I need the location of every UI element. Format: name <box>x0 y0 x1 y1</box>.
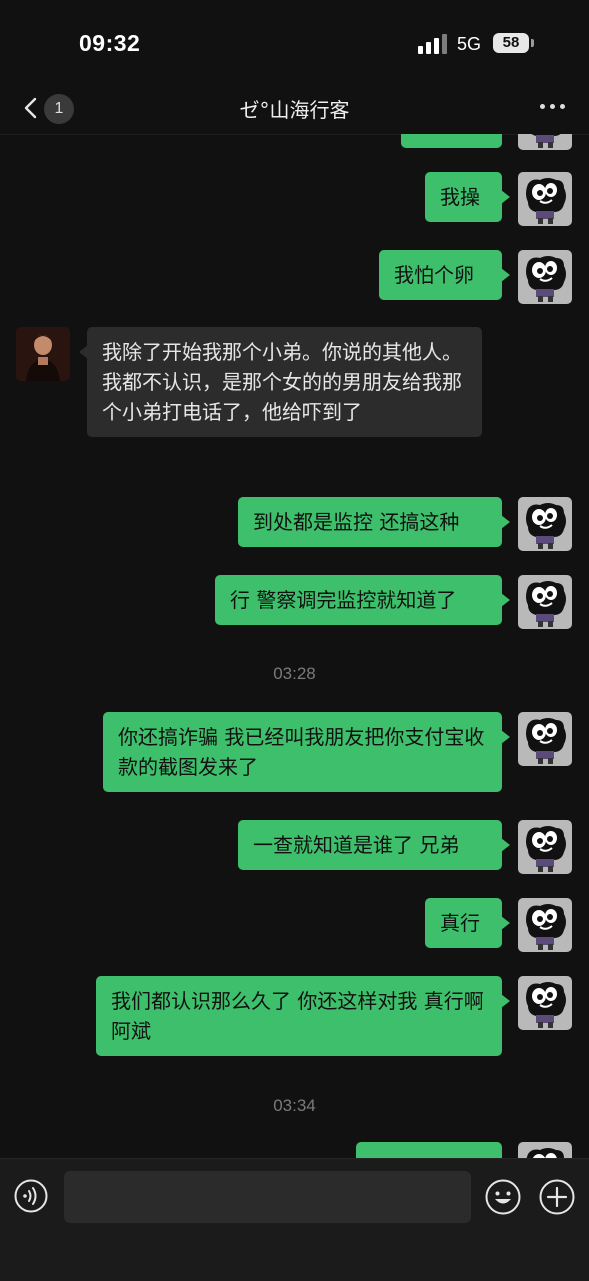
message-bubble-outgoing[interactable]: 行 警察调完监控就知道了 <box>215 575 510 625</box>
spongebob-avatar[interactable] <box>518 134 572 150</box>
message-bubble-outgoing[interactable]: 我们都认识那么久了 你还这样对我 真行啊 阿斌 <box>96 976 510 1056</box>
chat-header: 1 ゼ°山海行客 <box>0 82 589 135</box>
message-bubble-outgoing[interactable] <box>356 1142 502 1158</box>
battery-tip <box>531 39 534 47</box>
signal-icon <box>418 34 448 54</box>
status-bar: 09:32 5G 58 <box>0 0 589 88</box>
chat-title: ゼ°山海行客 <box>239 98 350 122</box>
message-bubble-incoming[interactable]: 我除了开始我那个小弟。你说的其他人。我都不认识，是那个女的的男朋友给我那个小弟打… <box>79 327 482 437</box>
spongebob-avatar[interactable] <box>518 575 572 629</box>
spongebob-avatar[interactable] <box>518 712 572 766</box>
message-list[interactable]: 我操 我怕个卵 我除了开始我那个小弟。你说的其他人。我都不认识，是那个女的的男朋… <box>0 134 589 1158</box>
spongebob-avatar[interactable] <box>518 497 572 551</box>
battery-icon: 58 <box>493 33 529 53</box>
more-button[interactable] <box>532 92 572 120</box>
more-icon <box>540 104 545 109</box>
message-bubble-outgoing[interactable] <box>401 134 502 148</box>
emoji-icon[interactable] <box>485 1179 521 1215</box>
voice-icon[interactable] <box>14 1179 48 1213</box>
spongebob-avatar[interactable] <box>518 172 572 226</box>
spongebob-avatar[interactable] <box>518 976 572 1030</box>
message-bubble-outgoing[interactable]: 你还搞诈骗 我已经叫我朋友把你支付宝收款的截图发来了 <box>103 712 510 792</box>
spongebob-avatar[interactable] <box>518 250 572 304</box>
message-bubble-outgoing[interactable]: 我操 <box>425 172 510 222</box>
spongebob-avatar[interactable] <box>518 898 572 952</box>
message-bubble-outgoing[interactable]: 真行 <box>425 898 510 948</box>
spongebob-avatar[interactable] <box>518 1142 572 1158</box>
timestamp: 03:28 <box>273 664 316 683</box>
message-bubble-outgoing[interactable]: 到处都是监控 还搞这种 <box>238 497 510 547</box>
message-bubble-outgoing[interactable]: 我怕个卵 <box>379 250 510 300</box>
status-time: 09:32 <box>79 30 141 56</box>
network-type: 5G <box>457 34 482 54</box>
message-bubble-outgoing[interactable]: 一查就知道是谁了 兄弟 <box>238 820 510 870</box>
contact-avatar[interactable] <box>16 327 70 381</box>
spongebob-avatar[interactable] <box>518 820 572 874</box>
timestamp: 03:34 <box>273 1096 316 1115</box>
message-input[interactable] <box>64 1171 471 1223</box>
plus-icon[interactable] <box>539 1179 575 1215</box>
input-bar <box>0 1158 589 1281</box>
